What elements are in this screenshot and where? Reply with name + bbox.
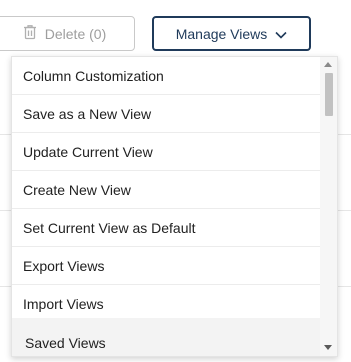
menu-item-label: Save as a New View: [23, 105, 152, 122]
saved-views-label: Saved Views: [25, 335, 106, 351]
menu-item-create-new-view[interactable]: Create New View: [12, 171, 321, 209]
menu-item-update-current-view[interactable]: Update Current View: [12, 133, 321, 171]
scroll-down-arrow-icon[interactable]: [324, 345, 332, 350]
background-divider: [338, 210, 351, 211]
background-divider: [338, 286, 351, 287]
manage-views-menu: Column Customization Save as a New View …: [12, 57, 321, 323]
menu-item-set-default-view[interactable]: Set Current View as Default: [12, 209, 321, 247]
menu-item-export-views[interactable]: Export Views: [12, 247, 321, 285]
scroll-up-arrow-icon[interactable]: [324, 62, 332, 67]
background-divider: [0, 134, 11, 135]
chevron-down-icon: [275, 26, 287, 42]
trash-icon: [23, 24, 37, 43]
saved-views-section-header: Saved Views: [12, 318, 321, 356]
menu-item-label: Import Views: [23, 296, 104, 312]
menu-item-label: Column Customization: [23, 67, 164, 84]
delete-button-label: Delete (0): [44, 25, 107, 42]
background-divider: [0, 286, 11, 287]
menu-item-label: Create New View: [23, 181, 131, 198]
menu-item-label: Update Current View: [23, 143, 153, 160]
menu-item-label: Export Views: [23, 257, 105, 274]
background-divider: [0, 210, 11, 211]
menu-item-label: Set Current View as Default: [23, 219, 196, 236]
delete-button[interactable]: Delete (0): [0, 16, 135, 51]
manage-views-dropdown: Column Customization Save as a New View …: [11, 56, 338, 357]
manage-views-label: Manage Views: [175, 25, 268, 42]
dropdown-scrollbar[interactable]: [320, 57, 337, 356]
scroll-thumb[interactable]: [325, 73, 333, 116]
menu-item-save-as-new-view[interactable]: Save as a New View: [12, 95, 321, 133]
menu-item-column-customization[interactable]: Column Customization: [12, 57, 321, 95]
background-divider: [338, 134, 351, 135]
manage-views-button[interactable]: Manage Views: [152, 16, 311, 51]
